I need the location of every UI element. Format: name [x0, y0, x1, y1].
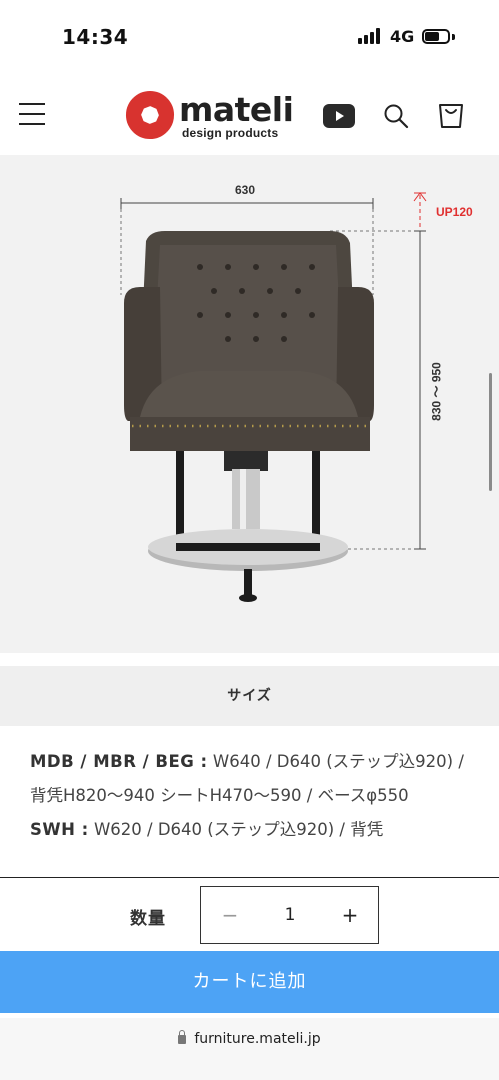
- up-dimension: UP120: [436, 205, 473, 219]
- add-to-cart-button[interactable]: カートに追加: [0, 951, 499, 1013]
- quantity-decrease-button[interactable]: −: [215, 887, 245, 943]
- brand-name: mateli: [179, 90, 294, 129]
- status-bar: 14:34 4G: [0, 0, 499, 70]
- spec-text: MDB / MBR / BEG : W640 / D640 (ステップ込920)…: [30, 745, 470, 847]
- brand-logo[interactable]: mateli design products: [125, 90, 310, 142]
- spec-value-swh: W620 / D640 (ステップ込920) / 背凭: [88, 820, 384, 839]
- quantity-stepper: − 1 +: [200, 886, 379, 944]
- quantity-increase-button[interactable]: +: [335, 887, 365, 943]
- product-image[interactable]: 630 UP120 830 ～ 950: [0, 155, 499, 653]
- brand-tagline: design products: [182, 126, 279, 140]
- spec-label-swh: SWH :: [30, 820, 89, 839]
- quantity-label: 数量: [130, 909, 166, 929]
- status-time: 14:34: [62, 25, 129, 49]
- browser-address-bar[interactable]: furniture.mateli.jp: [0, 1018, 499, 1080]
- battery-icon: [422, 29, 450, 44]
- cart-icon[interactable]: [438, 101, 464, 129]
- scrollbar[interactable]: [489, 373, 492, 491]
- lock-icon: [178, 1030, 187, 1044]
- network-type: 4G: [390, 27, 415, 46]
- tab-size-label: サイズ: [227, 688, 272, 704]
- battery-tip: [452, 34, 455, 40]
- url-display: furniture.mateli.jp: [0, 1018, 499, 1060]
- purchase-bar: 数量 − 1 + カートに追加 furniture.mateli.jp: [0, 877, 499, 1080]
- width-dimension: 630: [234, 183, 256, 197]
- menu-icon[interactable]: [19, 103, 45, 125]
- screen: 14:34 4G mateli design products 630 UP12…: [0, 0, 499, 1080]
- youtube-icon[interactable]: [323, 104, 355, 128]
- url-text: furniture.mateli.jp: [194, 1031, 321, 1047]
- site-header: mateli design products: [0, 75, 499, 155]
- quantity-input[interactable]: 1: [265, 887, 315, 943]
- search-icon[interactable]: [383, 103, 409, 129]
- chair-illustration: [120, 192, 427, 602]
- spec-label-mdb: MDB / MBR / BEG :: [30, 752, 208, 771]
- tab-size[interactable]: サイズ: [0, 666, 499, 726]
- logo-mark-icon: [125, 90, 175, 140]
- signal-icon: [358, 28, 382, 44]
- height-dimension: 830 ～ 950: [429, 362, 444, 421]
